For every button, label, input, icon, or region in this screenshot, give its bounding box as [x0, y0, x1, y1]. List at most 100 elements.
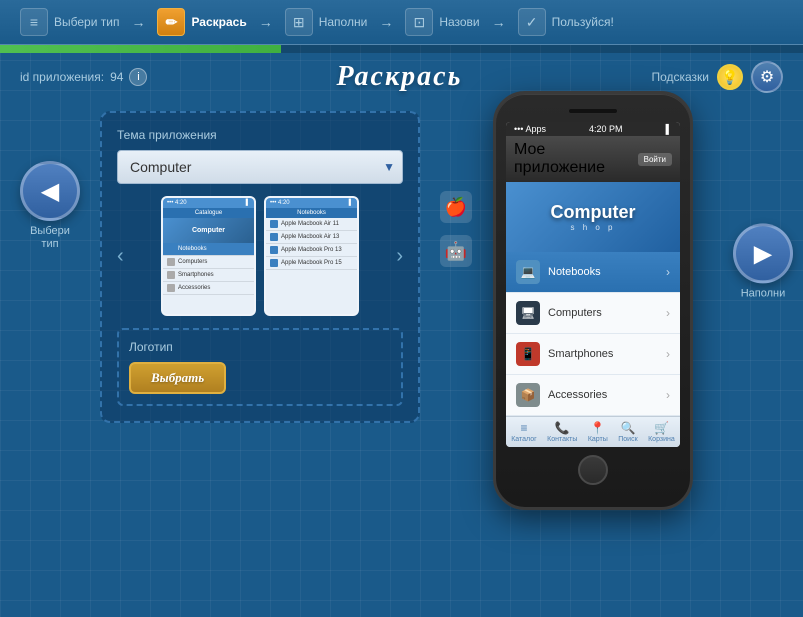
thumb1-item2-icon [167, 258, 175, 266]
preview-container: ‹ ••• 4:20▌ Catalogue Computer Notebooks [117, 196, 403, 316]
next-button[interactable]: ▶ [733, 223, 793, 283]
preview-next-button[interactable]: › [396, 245, 403, 268]
phone-battery: ▌ [666, 124, 672, 134]
thumb1-item3-icon [167, 271, 175, 279]
phone-nav-bar: Мое приложение Войти [506, 136, 680, 182]
step-bar: ≡ Выбери тип → ✏ Раскрась → ⊞ Наполни → … [0, 0, 803, 45]
phone-tab-4[interactable]: 🔍 Поиск [618, 421, 637, 443]
thumb1-item2-label: Computers [178, 259, 207, 265]
step-1-label: Выбери тип [54, 15, 119, 29]
phone-menu-chevron-3: › [666, 347, 670, 361]
settings-icon[interactable]: ⚙ [751, 61, 783, 93]
hints-area: Подсказки 💡 ⚙ [651, 61, 783, 93]
right-nav-container: ▶ Наполни [733, 223, 793, 300]
progress-bar-fill [0, 45, 281, 53]
phone-tab-icon-4: 🔍 [620, 421, 635, 435]
hint-lightbulb-icon[interactable]: 💡 [717, 64, 743, 90]
thumb2-item4-label: Apple Macbook Pro 15 [281, 260, 342, 266]
thumb1-hero: Computer [163, 218, 254, 243]
phone-menu-item-2[interactable]: 🖥 Computers › [506, 293, 680, 334]
info-icon[interactable]: i [129, 68, 147, 86]
phone-tab-label-2: Контакты [547, 436, 577, 443]
preview-prev-button[interactable]: ‹ [117, 245, 124, 268]
phone-tab-3[interactable]: 📍 Карты [588, 421, 608, 443]
thumb1-item4-icon [167, 284, 175, 292]
phone-tab-2[interactable]: 📞 Контакты [547, 421, 577, 443]
step-3-icon: ⊞ [285, 8, 313, 36]
thumb1-header: ••• 4:20▌ [163, 198, 254, 208]
arrow-2: → [259, 14, 273, 30]
theme-section-title: Тема приложения [117, 128, 403, 142]
phone-tab-icon-1: ≡ [520, 421, 527, 435]
thumb2-item1-label: Apple Macbook Air 11 [281, 221, 339, 227]
phone-menu-item-1[interactable]: 💻 Notebooks › [506, 252, 680, 293]
prev-button[interactable]: ◀ [20, 161, 80, 221]
step-2-icon: ✏ [157, 8, 185, 36]
phone-tab-icon-3: 📍 [590, 421, 605, 435]
phone-menu-icon-1: 💻 [516, 260, 540, 284]
app-id-label: id приложения: [20, 70, 104, 84]
phone-tab-1[interactable]: ≡ Каталог [511, 421, 536, 443]
thumb1-hero-text: Computer [192, 227, 225, 234]
step-3-label: Наполни [319, 15, 368, 29]
choose-logo-button[interactable]: Выбрать [129, 362, 226, 394]
phone-tab-5[interactable]: 🛒 Корзина [648, 421, 675, 443]
left-nav-container: ◀ Выберитип [20, 161, 80, 423]
step-1[interactable]: ≡ Выбери тип [20, 8, 119, 36]
step-5-icon: ✓ [518, 8, 546, 36]
arrow-4: → [492, 14, 506, 30]
phone-frame: ••• Apps 4:20 PM ▌ Мое приложение Войти … [493, 91, 693, 510]
phone-status-bar: ••• Apps 4:20 PM ▌ [506, 122, 680, 136]
phone-hero-sub: s h o p [551, 223, 636, 232]
phone-menu-label-2: Computers [548, 307, 666, 319]
thumb1-item3-label: Smartphones [178, 272, 214, 278]
phone-menu-chevron-2: › [666, 306, 670, 320]
thumb2-item-4: Apple Macbook Pro 15 [266, 257, 357, 270]
phone-login-button[interactable]: Войти [638, 153, 672, 166]
phone-menu-chevron-4: › [666, 388, 670, 402]
thumb2-item-1: Apple Macbook Air 11 [266, 218, 357, 231]
phone-home-button[interactable] [578, 455, 608, 485]
thumb2-item3-icon [270, 246, 278, 254]
thumb2-item4-icon [270, 259, 278, 267]
phone-menu-icon-4: 📦 [516, 383, 540, 407]
phone-hero-content: Computer s h o p [551, 202, 636, 232]
android-os-icon[interactable]: 🤖 [440, 235, 472, 267]
thumb2-header: ••• 4:20▌ [266, 198, 357, 208]
phone-menu-item-4[interactable]: 📦 Accessories › [506, 375, 680, 416]
theme-select-container: Computer Restaurant Fashion ▼ [117, 150, 403, 184]
thumb2-title: Notebooks [266, 208, 357, 218]
theme-select[interactable]: Computer Restaurant Fashion [117, 150, 403, 184]
phone-menu-item-3[interactable]: 📱 Smartphones › [506, 334, 680, 375]
thumb2-item1-icon [270, 220, 278, 228]
phone-nav-title: Мое приложение [514, 141, 638, 177]
step-2[interactable]: ✏ Раскрась [157, 8, 246, 36]
phone-speaker [568, 108, 618, 114]
main-content: ◀ Выберитип Тема приложения Computer Res… [0, 101, 803, 423]
arrow-1: → [131, 14, 145, 30]
step-5[interactable]: ✓ Пользуйся! [518, 8, 614, 36]
prev-label: Выберитип [30, 225, 70, 251]
step-5-label: Пользуйся! [552, 15, 614, 29]
thumb1-item4-label: Accessories [178, 285, 210, 291]
app-id-value: 94 [110, 70, 123, 84]
preview-thumb-2: ••• 4:20▌ Notebooks Apple Macbook Air 11… [264, 196, 359, 316]
thumb1-item-1: Notebooks [163, 243, 254, 256]
step-3[interactable]: ⊞ Наполни [285, 8, 368, 36]
step-1-icon: ≡ [20, 8, 48, 36]
thumb2-item3-label: Apple Macbook Pro 13 [281, 247, 342, 253]
preview-thumb-1: ••• 4:20▌ Catalogue Computer Notebooks C… [161, 196, 256, 316]
phone-menu-chevron-1: › [666, 265, 670, 279]
next-label: Наполни [741, 287, 786, 300]
step-4-icon: ⊡ [405, 8, 433, 36]
phone-hero-title: Computer [551, 202, 636, 223]
progress-bar-container [0, 45, 803, 53]
os-icons-container: 🍎 🤖 [440, 191, 472, 267]
logo-section: Логотип Выбрать [117, 328, 403, 406]
phone-tab-label-5: Корзина [648, 436, 675, 443]
phone-tab-icon-2: 📞 [555, 421, 570, 435]
step-4[interactable]: ⊡ Назови [405, 8, 479, 36]
thumb1-item1-icon [167, 245, 175, 253]
step-4-label: Назови [439, 15, 479, 29]
apple-os-icon[interactable]: 🍎 [440, 191, 472, 223]
